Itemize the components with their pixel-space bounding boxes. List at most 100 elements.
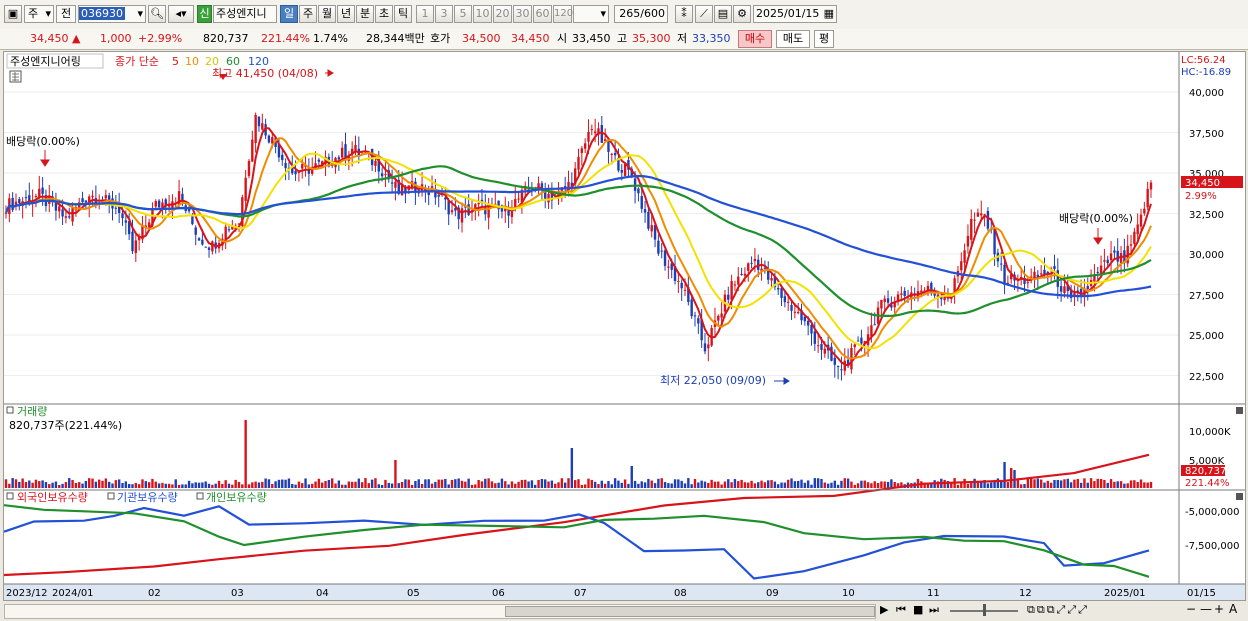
volume-bar xyxy=(507,484,510,488)
volume-bar xyxy=(1079,482,1083,488)
volume-bar xyxy=(124,481,128,488)
sell-button[interactable]: 매도 xyxy=(776,30,810,48)
volume-bar xyxy=(613,478,617,488)
interval-60[interactable]: 60 xyxy=(533,5,552,23)
speaker-icon[interactable]: ◂▾ xyxy=(168,5,194,23)
layout-icon[interactable]: ▣ xyxy=(4,5,22,23)
search-icon[interactable]: 🔍︎ xyxy=(148,5,166,23)
tab-tick[interactable]: 틱 xyxy=(394,5,412,23)
zoom-out-icon[interactable]: − xyxy=(1186,602,1196,616)
interval-3[interactable]: 3 xyxy=(435,5,453,23)
candle-body xyxy=(880,300,883,309)
volume-bar xyxy=(221,483,224,488)
volume-bar xyxy=(820,478,823,488)
interval-20[interactable]: 20 xyxy=(493,5,512,23)
panel-close-icon[interactable] xyxy=(1236,407,1243,414)
interval-5[interactable]: 5 xyxy=(454,5,472,23)
zoom-in-icon[interactable]: + xyxy=(1214,602,1224,616)
interval-1[interactable]: 1 xyxy=(416,5,434,23)
volume-bar xyxy=(480,481,484,488)
volume-bar xyxy=(760,480,763,488)
date-field[interactable]: 2025/01/15 ▦ xyxy=(753,5,837,23)
save-icon[interactable]: ▤ xyxy=(714,5,732,23)
volume-bar xyxy=(826,483,830,488)
volume-bar xyxy=(643,482,647,488)
auto-scale-icon[interactable]: A xyxy=(1229,602,1237,616)
draw-tool-icon[interactable]: ⟋ xyxy=(695,5,713,23)
volume-bar xyxy=(4,479,8,488)
candle-body xyxy=(131,231,134,252)
candle-body xyxy=(281,154,284,161)
prev-button[interactable]: 전 xyxy=(56,5,76,23)
ask-label: 호가 xyxy=(430,32,451,45)
volume-bar xyxy=(583,484,587,488)
stop-icon[interactable]: ■ xyxy=(913,603,923,616)
volume-bar xyxy=(211,484,214,488)
tab-minute[interactable]: 분 xyxy=(356,5,374,23)
lc-label: LC:56.24 xyxy=(1181,55,1226,66)
calendar-icon[interactable]: ▦ xyxy=(824,6,834,22)
market-select[interactable]: 주 ▾ xyxy=(24,5,54,23)
volume-bar xyxy=(327,479,331,488)
tab-day[interactable]: 일 xyxy=(280,5,298,23)
view-tools-icon[interactable]: ⧉⧉⧉⤢⤢⤢ xyxy=(1027,603,1089,617)
candle-body xyxy=(753,258,757,262)
candle-body xyxy=(394,181,397,188)
candle-body xyxy=(786,301,790,303)
scroll-right-icon[interactable]: ▶ xyxy=(880,603,888,616)
chart-scrollbar[interactable] xyxy=(4,604,876,619)
interval-10[interactable]: 10 xyxy=(473,5,492,23)
indicator-icon[interactable]: ⁑ xyxy=(675,5,693,23)
volume-bar xyxy=(174,479,177,488)
tab-month[interactable]: 월 xyxy=(318,5,336,23)
candle-body xyxy=(157,200,161,208)
zoom-reset-icon[interactable]: — xyxy=(1200,602,1212,616)
candle-body xyxy=(707,344,710,349)
stock-code-input[interactable]: 036930 ▾ xyxy=(78,5,146,23)
interval-select[interactable]: ▾ xyxy=(573,5,609,23)
tab-year[interactable]: 년 xyxy=(337,5,355,23)
high-label: 고 xyxy=(617,32,628,45)
volume-bar xyxy=(281,479,284,488)
volume-bar xyxy=(590,479,594,488)
panel-toggle-icon[interactable] xyxy=(6,492,14,500)
panel-toggle-icon[interactable] xyxy=(6,406,14,414)
volume-bar xyxy=(966,483,970,488)
stock-name-field[interactable]: 주성엔지니 xyxy=(213,5,277,23)
avg-button[interactable]: 평 xyxy=(814,30,834,48)
open-price: 33,450 xyxy=(572,32,611,45)
gear-icon[interactable]: ⚙ xyxy=(733,5,751,23)
interval-30[interactable]: 30 xyxy=(513,5,532,23)
bar-count-field[interactable]: 265/600 xyxy=(614,5,668,23)
volume-bar xyxy=(214,483,217,488)
stock-chart[interactable]: 주성엔지니어링 종가 단순 5 10 20 60 120 LC:56.24 HC… xyxy=(3,52,1245,600)
volume-bar xyxy=(554,483,557,488)
panel-close-icon[interactable] xyxy=(1236,493,1243,500)
tab-week[interactable]: 주 xyxy=(299,5,317,23)
volume-bar xyxy=(960,482,963,488)
candle-body xyxy=(780,288,783,298)
fast-forward-icon[interactable]: ⏭ xyxy=(929,603,939,617)
zoom-slider-handle[interactable] xyxy=(983,604,986,616)
volume-bar xyxy=(524,479,527,488)
volume-bar xyxy=(823,482,827,488)
volume-bar xyxy=(1063,479,1066,488)
holding-y-tick: -7,500,000 xyxy=(1185,541,1240,552)
volume-bar xyxy=(1083,478,1086,488)
volume-bar xyxy=(990,482,993,488)
volume-bar xyxy=(1109,479,1113,488)
interval-120[interactable]: 120 xyxy=(553,5,573,23)
candle-body xyxy=(244,177,247,201)
volume-bar xyxy=(956,484,960,488)
tab-second[interactable]: 초 xyxy=(375,5,393,23)
buy-button[interactable]: 매수 xyxy=(738,30,772,48)
candle-body xyxy=(1026,282,1030,284)
scrollbar-thumb[interactable] xyxy=(505,606,875,617)
candle-body xyxy=(124,220,128,223)
volume-title: 거래량 xyxy=(17,405,47,418)
rewind-icon[interactable]: ⏮ xyxy=(896,603,906,617)
volume-bar xyxy=(1026,478,1030,488)
volume-bar xyxy=(627,483,630,488)
chart-area[interactable]: 주성엔지니어링 종가 단순 5 10 20 60 120 LC:56.24 HC… xyxy=(3,51,1246,601)
volume-bar xyxy=(114,480,118,488)
